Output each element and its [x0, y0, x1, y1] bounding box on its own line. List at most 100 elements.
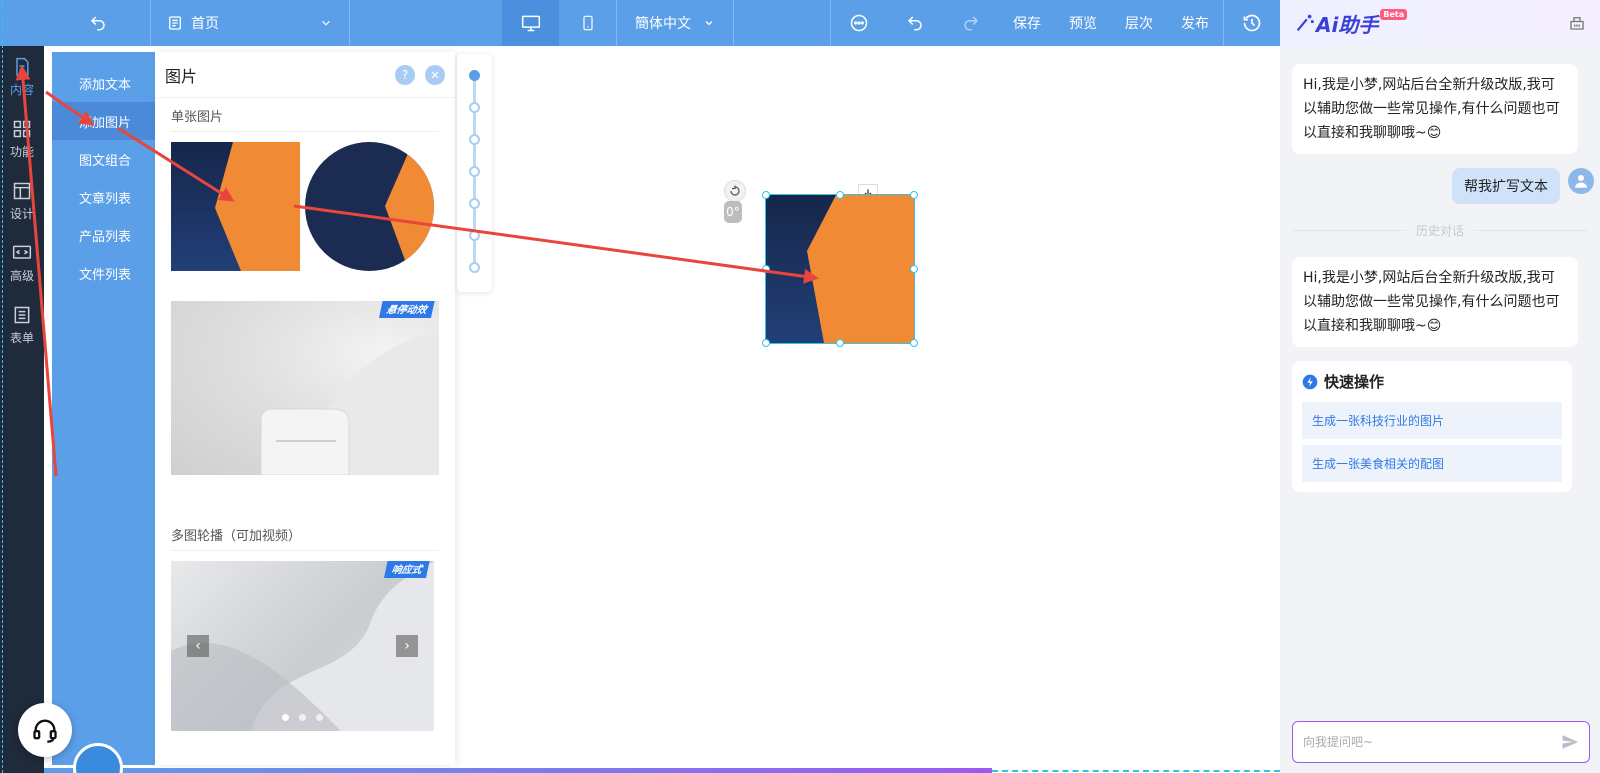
panel-scroll-indicator	[457, 54, 492, 292]
canvas-guide-line	[992, 770, 1280, 772]
close-button[interactable]	[425, 64, 445, 85]
carousel-option[interactable]: 响应式 ‹ ›	[171, 561, 434, 731]
clear-icon[interactable]	[1568, 14, 1586, 32]
menu-item-add-text[interactable]: 添加文本	[52, 64, 155, 102]
publish-button[interactable]: 发布	[1167, 0, 1223, 46]
language-label: 簡体中文	[635, 16, 691, 32]
undo-nav-button[interactable]	[46, 0, 150, 46]
document-icon	[16, 57, 29, 76]
carousel-dots	[171, 714, 434, 721]
divider	[733, 0, 734, 46]
menu-item-add-image[interactable]: 添加图片	[52, 102, 155, 140]
rail-item-label: 表单	[9, 330, 34, 345]
resize-handle[interactable]	[910, 339, 918, 347]
scroll-step[interactable]	[469, 70, 480, 81]
grid-icon	[13, 120, 31, 137]
scroll-step[interactable]	[469, 198, 480, 209]
quick-action-food-image[interactable]: 生成一张美食相关的配图	[1302, 445, 1562, 482]
resize-handle[interactable]	[762, 191, 770, 199]
quick-title-text: 快速操作	[1324, 373, 1385, 391]
layers-button[interactable]: 层次	[1111, 0, 1167, 46]
chevron-down-icon	[705, 21, 713, 26]
send-icon[interactable]	[1561, 733, 1579, 751]
save-button[interactable]: 保存	[999, 0, 1055, 46]
ai-header: Ai助手 Beta	[1280, 0, 1600, 46]
customer-service-button[interactable]	[18, 703, 72, 757]
carousel-prev-button[interactable]: ‹	[187, 635, 209, 657]
section-label-single: 单张图片	[171, 106, 439, 132]
redo-button[interactable]	[943, 0, 999, 46]
menu-item-image-text[interactable]: 图文组合	[52, 140, 155, 178]
carousel-dot[interactable]	[316, 714, 323, 721]
divider	[349, 0, 350, 46]
quick-action-tech-image[interactable]: 生成一张科技行业的图片	[1302, 402, 1562, 439]
resize-handle[interactable]	[762, 339, 770, 347]
ai-chat-input[interactable]	[1303, 735, 1561, 749]
rail-item-design[interactable]: 设计	[0, 170, 44, 232]
undo-icon	[90, 16, 105, 31]
avatar	[1568, 168, 1594, 194]
rail-item-function[interactable]: 功能	[0, 108, 44, 170]
user-icon	[1575, 175, 1587, 188]
rotate-button[interactable]	[724, 180, 746, 202]
menu-item-article-list[interactable]: 文章列表	[52, 178, 155, 216]
menu-item-file-list[interactable]: 文件列表	[52, 254, 155, 292]
close-icon	[431, 71, 439, 78]
resize-handle[interactable]	[836, 339, 844, 347]
page-icon	[169, 16, 181, 30]
undo-button[interactable]	[887, 0, 943, 46]
quick-actions-title: 快速操作	[1302, 371, 1562, 392]
menu-item-product-list[interactable]: 产品列表	[52, 216, 155, 254]
rail-item-content[interactable]: 内容	[0, 46, 44, 108]
editor-app: 首页 簡体中文 保存 预览 层次 发布 内容 功能 设计 高级 表单 添加文本 …	[0, 0, 1600, 773]
rotate-icon	[730, 185, 740, 196]
help-button[interactable]: ?	[395, 64, 415, 85]
scroll-step[interactable]	[469, 262, 480, 273]
history-label: 历史对话	[1416, 224, 1465, 238]
resize-handle[interactable]	[910, 191, 918, 199]
scroll-step[interactable]	[469, 134, 480, 145]
user-message: 帮我扩写文本	[1452, 168, 1560, 204]
abstract-image	[305, 142, 434, 271]
single-image-row	[171, 142, 439, 271]
hover-effect-image-option[interactable]: 悬停动效	[171, 301, 439, 475]
mobile-view-button[interactable]	[559, 0, 616, 46]
rotation-value: 0°	[724, 201, 742, 223]
chevron-down-icon	[322, 20, 330, 26]
layout-icon	[13, 182, 31, 199]
panel-title: 图片	[165, 66, 198, 86]
history-button[interactable]	[1224, 0, 1280, 46]
resize-handle[interactable]	[836, 191, 844, 199]
history-icon	[1243, 14, 1261, 32]
rail-item-label: 设计	[9, 206, 34, 221]
circle-image-option[interactable]	[305, 142, 434, 271]
rail-item-label: 内容	[9, 82, 34, 97]
panel-header: 图片 ?	[155, 52, 455, 98]
desktop-view-button[interactable]	[502, 0, 559, 46]
language-select[interactable]: 簡体中文	[617, 0, 733, 46]
carousel-dot[interactable]	[282, 714, 289, 721]
bot-message: Hi,我是小梦,网站后台全新升级改版,我可以辅助您做一些常见操作,有什么问题也可…	[1292, 257, 1578, 347]
scroll-step[interactable]	[469, 230, 480, 241]
ai-input-box	[1292, 721, 1590, 763]
page-select-label: 首页	[191, 16, 219, 32]
square-image-option[interactable]	[171, 142, 300, 271]
rail-item-label: 功能	[9, 144, 34, 159]
more-button[interactable]	[831, 0, 887, 46]
section-label-carousel: 多图轮播（可加视频）	[171, 525, 439, 551]
image-panel: 图片 ? 单张图片 悬停动效 多图轮播（可加视频） 响应式 ‹ ›	[155, 52, 455, 765]
rail-item-advanced[interactable]: 高级	[0, 232, 44, 294]
left-rail: 内容 功能 设计 高级 表单	[0, 46, 44, 773]
resize-handle[interactable]	[762, 265, 770, 273]
scroll-step[interactable]	[469, 166, 480, 177]
preview-button[interactable]: 预览	[1055, 0, 1111, 46]
resize-handle[interactable]	[910, 265, 918, 273]
selected-image-element[interactable]	[762, 191, 918, 347]
page-select[interactable]: 首页	[151, 0, 349, 46]
scroll-step[interactable]	[469, 102, 480, 113]
smile-emoji: 😊	[1426, 125, 1442, 141]
carousel-next-button[interactable]: ›	[396, 635, 418, 657]
carousel-dot[interactable]	[299, 714, 306, 721]
rail-item-label: 高级	[9, 268, 34, 283]
rail-item-form[interactable]: 表单	[0, 294, 44, 356]
